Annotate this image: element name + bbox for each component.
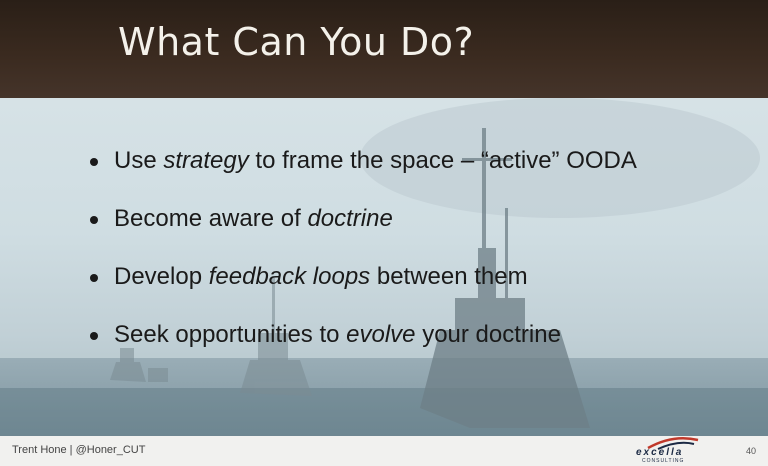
bullet-dot-icon <box>90 332 98 340</box>
slide-footer: Trent Hone | @Honer_CUT excella CONSULTI… <box>0 436 768 466</box>
bullet-dot-icon <box>90 274 98 282</box>
bullet-dot-icon <box>90 158 98 166</box>
presentation-slide: What Can You Do? Use strategy to frame t… <box>0 0 768 466</box>
bullet-item: Become aware of doctrine <box>88 204 637 262</box>
bullet-item: Seek opportunities to evolve your doctri… <box>88 320 637 378</box>
bullet-list: Use strategy to frame the space – “activ… <box>88 146 637 378</box>
bullet-item: Develop feedback loops between them <box>88 262 637 320</box>
page-number: 40 <box>745 446 756 456</box>
bullet-item: Use strategy to frame the space – “activ… <box>88 146 637 204</box>
bullet-dot-icon <box>90 216 98 224</box>
slide-body: Use strategy to frame the space – “activ… <box>0 98 768 436</box>
slide-title: What Can You Do? <box>118 20 475 64</box>
author-handle: Trent Hone | @Honer_CUT <box>12 444 146 456</box>
slide-header: What Can You Do? <box>0 0 768 98</box>
excella-logo: excella CONSULTING <box>628 436 708 466</box>
